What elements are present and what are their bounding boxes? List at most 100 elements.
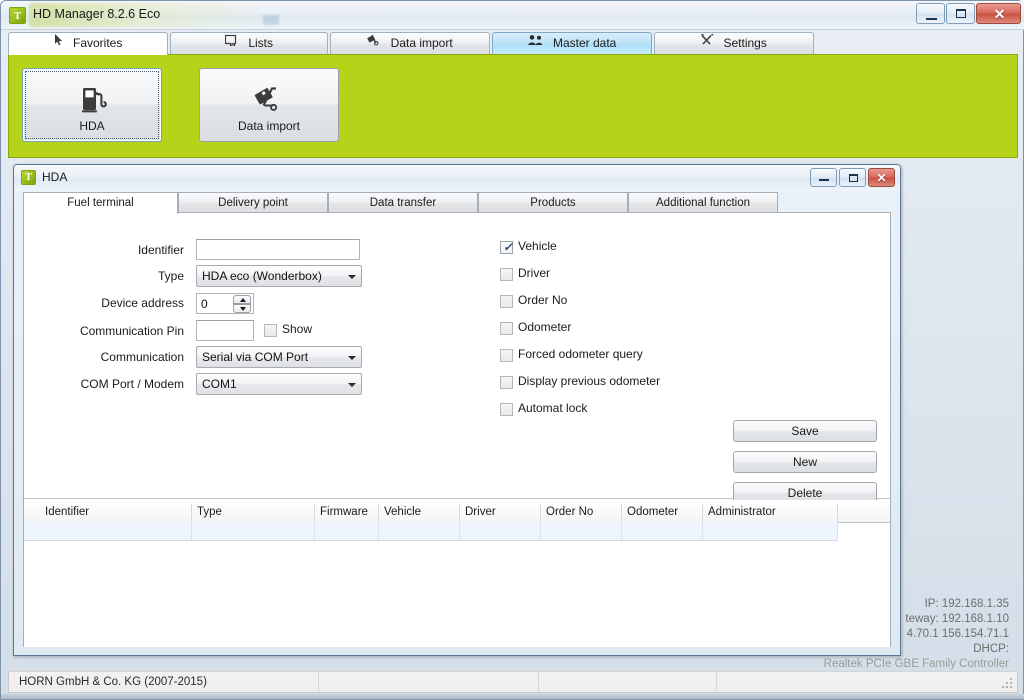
new-button[interactable]: New — [733, 451, 877, 473]
column-header-administrator[interactable]: Administrator — [703, 504, 838, 522]
hda-window-body: Identifier Type HDA eco (Wonderbox) Devi… — [23, 212, 891, 647]
import-icon — [367, 32, 381, 53]
show-pin-label: Show — [282, 322, 313, 336]
column-header-identifier[interactable]: Identifier — [40, 504, 192, 522]
app-logo-icon: T — [21, 170, 36, 185]
stepper-up-button[interactable] — [233, 295, 251, 304]
tab-label: Lists — [248, 36, 274, 50]
cell-type[interactable] — [192, 522, 315, 540]
hda-maximize-button[interactable] — [839, 168, 866, 187]
cell-identifier[interactable] — [40, 522, 192, 540]
type-label: Type — [157, 269, 184, 283]
hda-tab-label: Fuel terminal — [67, 197, 134, 209]
odometer-checkbox[interactable] — [500, 322, 513, 335]
terminals-data-grid[interactable]: Identifier Type Firmware Vehicle Driver … — [24, 500, 890, 647]
communication-pin-input[interactable] — [196, 320, 254, 341]
com-port-combobox-value: COM1 — [202, 377, 237, 391]
vehicle-checkbox[interactable]: ✓ — [500, 240, 514, 254]
close-button[interactable]: ✕ — [976, 3, 1021, 24]
title-bar: T HD Manager 8.2.6 Eco ✕ — [1, 1, 1024, 30]
window-title: HD Manager 8.2.6 Eco — [33, 7, 161, 21]
tab-settings[interactable]: Settings — [654, 32, 814, 54]
hda-tab-label: Additional function — [656, 197, 750, 209]
column-header-odometer[interactable]: Odometer — [622, 504, 703, 522]
people-icon — [528, 32, 544, 53]
hda-tab-fuel-terminal[interactable]: Fuel terminal — [23, 192, 178, 214]
app-logo-icon: T — [9, 7, 26, 24]
window-controls: ✕ — [915, 3, 1021, 24]
save-button[interactable]: Save — [733, 420, 877, 442]
order-no-checkbox[interactable] — [500, 295, 513, 308]
cell-administrator[interactable] — [703, 522, 838, 540]
main-tab-bar: Favorites Lists Data import Master data … — [8, 32, 1018, 55]
cell-firmware[interactable] — [315, 522, 379, 540]
display-previous-odometer-checkbox[interactable] — [500, 376, 513, 389]
tab-label: Favorites — [72, 36, 123, 50]
identifier-input[interactable] — [196, 239, 360, 260]
maximize-icon — [849, 174, 858, 182]
hda-minimize-button[interactable] — [810, 168, 837, 187]
favorite-button-hda[interactable]: HDA — [22, 68, 162, 142]
communication-combobox[interactable]: Serial via COM Port — [196, 346, 362, 368]
com-port-combobox[interactable]: COM1 — [196, 373, 362, 395]
favorites-panel: HDA Data import — [8, 54, 1018, 158]
driver-label: Driver — [518, 266, 550, 280]
stepper-down-button[interactable] — [233, 304, 251, 313]
device-address-stepper[interactable]: 0 — [196, 293, 254, 314]
hda-tab-additional-function[interactable]: Additional function — [628, 192, 778, 213]
hda-tab-products[interactable]: Products — [478, 192, 628, 213]
hda-tab-label: Delivery point — [218, 197, 288, 209]
order-no-label: Order No — [518, 293, 568, 307]
tools-icon — [701, 32, 714, 53]
column-header-type[interactable]: Type — [192, 504, 315, 522]
cursor-icon — [54, 32, 64, 53]
communication-label: Communication — [100, 350, 184, 364]
fuel-pump-icon — [23, 83, 161, 117]
maximize-button[interactable] — [946, 3, 975, 24]
column-header-driver[interactable]: Driver — [460, 504, 541, 522]
check-icon: ✓ — [503, 240, 514, 254]
cell-order-no[interactable] — [541, 522, 622, 540]
minimize-button[interactable] — [916, 3, 945, 24]
network-adapter: Realtek PCIe GBE Family Controller — [823, 658, 1009, 670]
tab-master-data[interactable]: Master data — [492, 32, 652, 54]
main-application-window: T HD Manager 8.2.6 Eco ✕ Favorites Lists… — [0, 0, 1024, 700]
title-glow-decoration-2 — [263, 15, 279, 25]
identifier-label: Identifier — [137, 243, 184, 257]
hda-window-title: HDA — [42, 170, 68, 184]
cell-odometer[interactable] — [622, 522, 703, 540]
column-header-vehicle[interactable]: Vehicle — [379, 504, 460, 522]
hda-tab-delivery-point[interactable]: Delivery point — [178, 192, 328, 213]
hda-title-bar: T HDA ✕ — [14, 165, 900, 191]
hda-tab-data-transfer[interactable]: Data transfer — [328, 192, 478, 213]
fuel-terminal-form: Identifier Type HDA eco (Wonderbox) Devi… — [24, 213, 890, 504]
resize-grip[interactable] — [1000, 676, 1014, 690]
tab-favorites[interactable]: Favorites — [8, 32, 168, 55]
chevron-down-icon — [348, 275, 356, 279]
table-row[interactable] — [24, 522, 838, 541]
device-address-value: 0 — [201, 297, 208, 311]
display-previous-odometer-label: Display previous odometer — [518, 374, 661, 388]
cell-driver[interactable] — [460, 522, 541, 540]
window-bottom-edge — [1, 694, 1024, 699]
close-icon: ✕ — [876, 171, 887, 185]
minimize-icon — [926, 15, 937, 20]
automat-lock-checkbox[interactable] — [500, 403, 513, 416]
column-header-firmware[interactable]: Firmware — [315, 504, 379, 522]
odometer-label: Odometer — [518, 320, 572, 334]
cell-vehicle[interactable] — [379, 522, 460, 540]
favorite-button-data-import[interactable]: Data import — [199, 68, 339, 142]
column-header-order-no[interactable]: Order No — [541, 504, 622, 522]
show-pin-checkbox[interactable] — [264, 324, 277, 337]
hda-tab-bar: Fuel terminal Delivery point Data transf… — [23, 192, 891, 214]
hda-close-button[interactable]: ✕ — [868, 168, 895, 187]
hand-truck-icon — [200, 83, 338, 117]
forced-odometer-query-checkbox[interactable] — [500, 349, 513, 362]
chevron-down-icon — [348, 383, 356, 387]
type-combobox[interactable]: HDA eco (Wonderbox) — [196, 265, 362, 287]
grid-header-row: Identifier Type Firmware Vehicle Driver … — [24, 504, 890, 523]
tab-data-import[interactable]: Data import — [330, 32, 490, 54]
driver-checkbox[interactable] — [500, 268, 513, 281]
com-port-label: COM Port / Modem — [80, 377, 184, 391]
tab-lists[interactable]: Lists — [170, 32, 328, 54]
